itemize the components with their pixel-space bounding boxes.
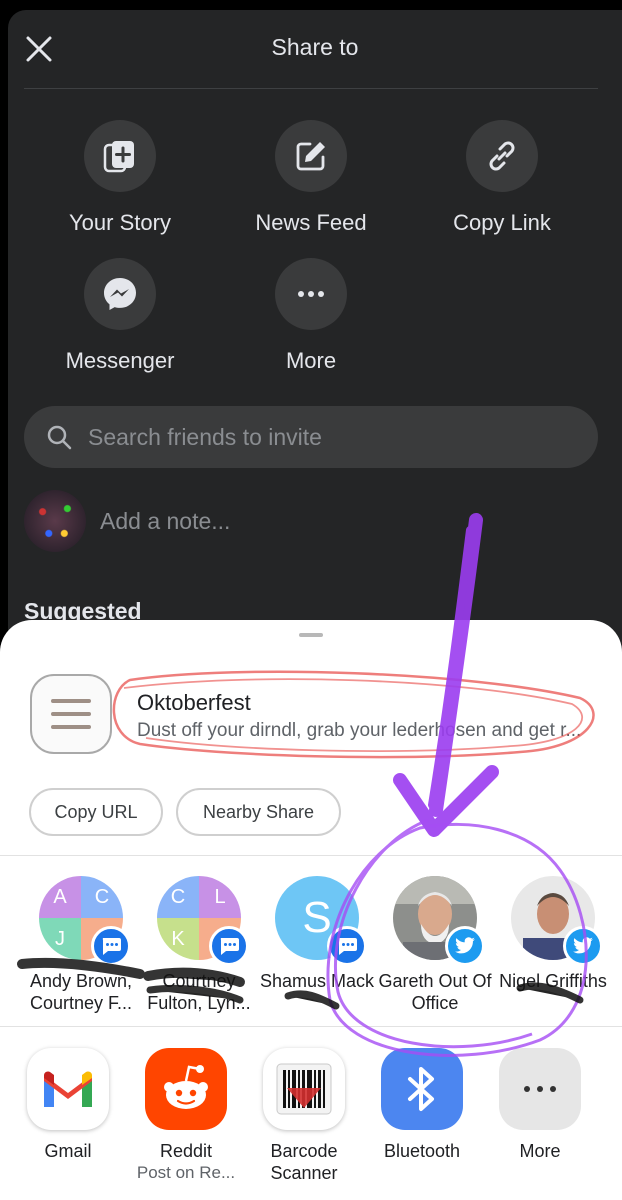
share-option-icon-wrap <box>275 258 347 330</box>
share-option-icon-wrap <box>466 120 538 192</box>
messages-badge <box>209 926 249 966</box>
app-icon-tile <box>381 1048 463 1130</box>
edit-post-icon <box>296 142 325 171</box>
messenger-icon <box>104 278 136 310</box>
direct-share-target[interactable]: Gareth Out Of Office <box>376 876 494 1014</box>
twitter-badge <box>563 926 603 966</box>
nearby-share-button[interactable]: Nearby Share <box>176 788 341 836</box>
search-icon <box>47 425 72 450</box>
contact-initial: J <box>39 918 81 960</box>
link-icon <box>489 141 515 171</box>
reddit-icon <box>164 1065 208 1109</box>
app-name: Gmail <box>44 1141 92 1161</box>
content-preview-subtitle: Dust off your dirndl, grab your lederhos… <box>137 720 582 741</box>
messages-badge <box>91 926 131 966</box>
app-target-more[interactable]: More <box>481 1048 599 1162</box>
copy-url-button[interactable]: Copy URL <box>29 788 163 836</box>
target-name: Andy Brown, Courtney F... <box>29 971 133 1013</box>
content-preview-title: Oktoberfest <box>137 690 251 715</box>
twitter-badge <box>445 926 485 966</box>
direct-share-target[interactable]: Nigel Griffiths <box>494 876 612 992</box>
add-note-row[interactable]: Add a note... <box>24 490 230 552</box>
contact-initial: A <box>39 876 81 918</box>
messages-icon <box>338 938 357 955</box>
direct-share-target[interactable]: C L K Courtney Fulton, Lyn... <box>140 876 258 1014</box>
content-preview-thumbnail <box>30 674 112 754</box>
section-divider <box>0 1026 622 1027</box>
target-name: Shamus Mack <box>259 971 375 991</box>
app-subtitle: Post on Re... <box>136 1163 236 1182</box>
bluetooth-icon <box>408 1067 434 1111</box>
app-icon-tile <box>263 1048 345 1130</box>
share-option-more[interactable]: More <box>221 258 401 374</box>
target-name: Courtney Fulton, Lyn... <box>147 971 251 1013</box>
contact-avatar: S <box>275 876 367 966</box>
avatar <box>24 490 86 552</box>
app-target-gmail[interactable]: Gmail <box>9 1048 127 1162</box>
share-option-your-story[interactable]: Your Story <box>30 120 210 236</box>
share-option-copy-link[interactable]: Copy Link <box>412 120 592 236</box>
share-to-title: Share to <box>271 34 359 60</box>
share-option-label: Copy Link <box>453 210 551 235</box>
friend-search-input[interactable] <box>88 423 568 451</box>
target-name: Nigel Griffiths <box>499 971 607 991</box>
drag-handle[interactable] <box>299 633 323 637</box>
contact-initial: C <box>157 876 199 918</box>
direct-share-target[interactable]: A C J Andy Brown, Courtney F... <box>22 876 140 1014</box>
app-icon-tile <box>145 1048 227 1130</box>
share-option-messenger[interactable]: Messenger <box>30 258 210 374</box>
share-option-icon-wrap <box>84 120 156 192</box>
app-icon-tile <box>499 1048 581 1130</box>
contact-avatar <box>393 876 485 966</box>
messages-icon <box>220 938 239 955</box>
direct-share-target[interactable]: S Shamus Mack <box>258 876 376 992</box>
share-option-label: Messenger <box>65 348 175 373</box>
gmail-icon <box>44 1071 92 1107</box>
app-icon-tile <box>27 1048 109 1130</box>
contact-initial: C <box>81 876 123 918</box>
app-target-reddit[interactable]: Reddit Post on Re... <box>127 1048 245 1184</box>
share-option-icon-wrap <box>275 120 347 192</box>
share-option-news-feed[interactable]: News Feed <box>221 120 401 236</box>
app-name: Bluetooth <box>383 1141 461 1161</box>
section-divider <box>0 855 622 856</box>
group-contact-avatar: A C J <box>39 876 131 966</box>
hamburger-menu-icon <box>51 699 91 729</box>
twitter-icon <box>573 937 593 954</box>
contact-avatar <box>511 876 603 966</box>
share-option-icon-wrap <box>84 258 156 330</box>
android-share-sheet: Oktoberfest Dust off your dirndl, grab y… <box>0 620 622 1200</box>
share-option-label: More <box>285 348 337 373</box>
more-dots-icon <box>298 291 324 297</box>
share-option-label: Your Story <box>69 210 171 235</box>
header-divider <box>24 88 598 89</box>
add-note-input[interactable]: Add a note... <box>100 508 230 535</box>
messages-icon <box>102 938 121 955</box>
app-name: More <box>519 1141 561 1161</box>
contact-initial: L <box>199 876 241 918</box>
more-dots-icon <box>524 1086 556 1092</box>
target-name: Gareth Out Of Office <box>378 971 492 1013</box>
share-option-label: News Feed <box>255 210 367 235</box>
friend-search-bar[interactable] <box>24 406 598 468</box>
app-name: Reddit <box>159 1141 213 1161</box>
twitter-icon <box>455 937 475 954</box>
barcode-icon <box>276 1063 332 1115</box>
contact-initial: K <box>157 918 199 960</box>
app-name: Barcode Scanner <box>270 1141 338 1183</box>
fb-share-header: Share to <box>8 10 622 88</box>
add-story-icon <box>103 141 134 173</box>
app-target-bluetooth[interactable]: Bluetooth <box>363 1048 481 1162</box>
messages-badge <box>327 926 367 966</box>
group-contact-avatar: C L K <box>157 876 249 966</box>
app-target-barcode-scanner[interactable]: Barcode Scanner <box>245 1048 363 1184</box>
